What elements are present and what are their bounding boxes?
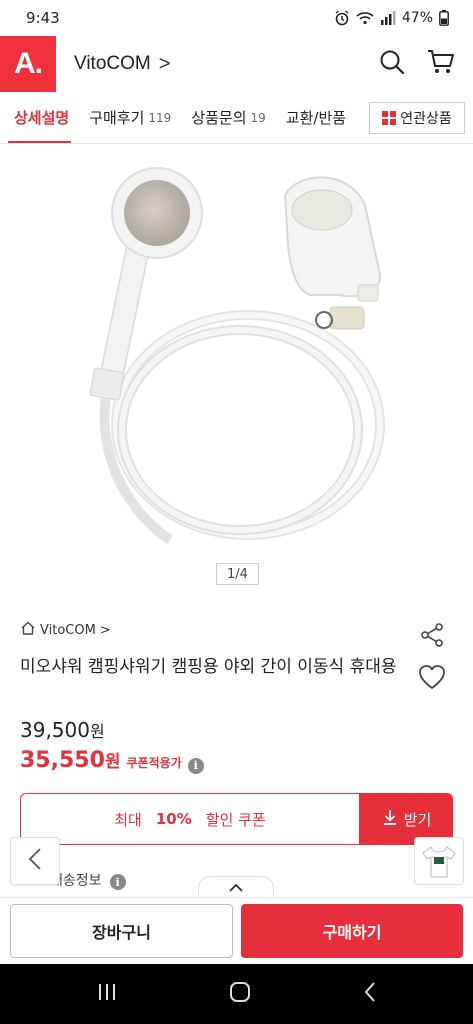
battery-percent: 47% xyxy=(401,10,433,26)
recent-product-thumbnail[interactable] xyxy=(414,837,464,885)
tab-count: 119 xyxy=(148,110,172,125)
recents-icon[interactable] xyxy=(96,982,118,1006)
app-header: A. VitoCOM > xyxy=(0,36,473,92)
sale-price-row: 35,550원 쿠폰적용가 i xyxy=(20,747,204,774)
share-icon[interactable] xyxy=(419,622,445,652)
tshirt-icon xyxy=(422,846,456,878)
product-tabs: 상세설명 구매후기 119 상품문의 19 교환/반품 연관상품 xyxy=(0,92,473,144)
download-icon xyxy=(382,809,398,829)
tab-reviews[interactable]: 구매후기 119 xyxy=(79,92,181,143)
home-icon xyxy=(20,621,36,639)
chevron-right-icon: > xyxy=(158,52,171,75)
breadcrumb[interactable]: VitoCOM > xyxy=(20,621,111,639)
status-icons: 47% xyxy=(334,10,449,26)
tab-label: 교환/반품 xyxy=(285,109,347,127)
original-price-value: 39,500 xyxy=(20,718,90,742)
bottom-action-bar: 장바구니 구매하기 xyxy=(0,897,473,964)
coupon-applied-label: 쿠폰적용가 xyxy=(126,756,182,770)
image-pager: 1/4 xyxy=(216,563,259,585)
status-time: 9:43 xyxy=(26,9,60,27)
collapse-panel-handle[interactable] xyxy=(198,876,274,898)
add-to-cart-button[interactable]: 장바구니 xyxy=(10,904,233,958)
back-nav-icon[interactable] xyxy=(363,981,377,1007)
status-bar: 9:43 47% xyxy=(0,0,473,36)
tab-label: 구매후기 xyxy=(89,109,145,127)
receive-coupon-label: 받기 xyxy=(403,810,432,829)
chevron-right-icon: > xyxy=(99,622,111,638)
header-actions xyxy=(379,49,473,79)
app-logo[interactable]: A. xyxy=(0,36,56,92)
coupon-banner[interactable]: 최대 10% 할인 쿠폰 xyxy=(20,793,360,845)
product-image[interactable] xyxy=(0,145,473,595)
tab-exchange-return[interactable]: 교환/반품 xyxy=(276,92,356,143)
chevron-left-icon xyxy=(28,847,42,875)
previous-button[interactable] xyxy=(10,837,60,885)
buy-now-button[interactable]: 구매하기 xyxy=(241,904,463,958)
tab-label: 상세설명 xyxy=(14,109,70,127)
original-price: 39,500원 xyxy=(20,718,105,742)
tab-label: 상품문의 xyxy=(191,109,247,127)
coupon-prefix: 최대 xyxy=(114,810,142,829)
tab-inquiries[interactable]: 상품문의 19 xyxy=(181,92,275,143)
currency-label: 원 xyxy=(89,722,105,741)
battery-icon xyxy=(439,10,449,26)
shower-head-illustration xyxy=(89,167,385,545)
sale-price: 35,550원 xyxy=(20,747,121,773)
heart-icon[interactable] xyxy=(418,664,446,694)
tab-detail[interactable]: 상세설명 xyxy=(0,92,79,143)
signal-icon xyxy=(380,11,396,25)
wifi-icon xyxy=(356,11,374,25)
search-icon[interactable] xyxy=(379,49,405,79)
alarm-icon xyxy=(334,10,350,26)
sale-price-value: 35,550 xyxy=(20,748,105,773)
info-icon[interactable]: i xyxy=(109,874,126,890)
tab-count: 19 xyxy=(250,110,266,125)
chevron-up-icon xyxy=(228,878,244,897)
product-title: 미오샤워 캠핑샤워기 캠핑용 야외 간이 이동식 휴대용 xyxy=(20,657,397,677)
system-nav-bar xyxy=(0,964,473,1024)
info-icon[interactable]: i xyxy=(187,757,204,774)
store-link[interactable]: VitoCOM > xyxy=(74,53,170,76)
grid-icon xyxy=(382,111,397,125)
coupon-suffix: 할인 쿠폰 xyxy=(205,810,266,829)
related-products-label: 연관상품 xyxy=(400,111,452,127)
coupon-percent: 10% xyxy=(155,810,192,828)
related-products-button[interactable]: 연관상품 xyxy=(369,102,465,134)
store-name: VitoCOM xyxy=(74,53,151,74)
breadcrumb-store: VitoCOM xyxy=(40,622,96,638)
cart-icon[interactable] xyxy=(427,49,455,79)
currency-label: 원 xyxy=(104,752,121,772)
home-nav-icon[interactable] xyxy=(229,981,251,1007)
